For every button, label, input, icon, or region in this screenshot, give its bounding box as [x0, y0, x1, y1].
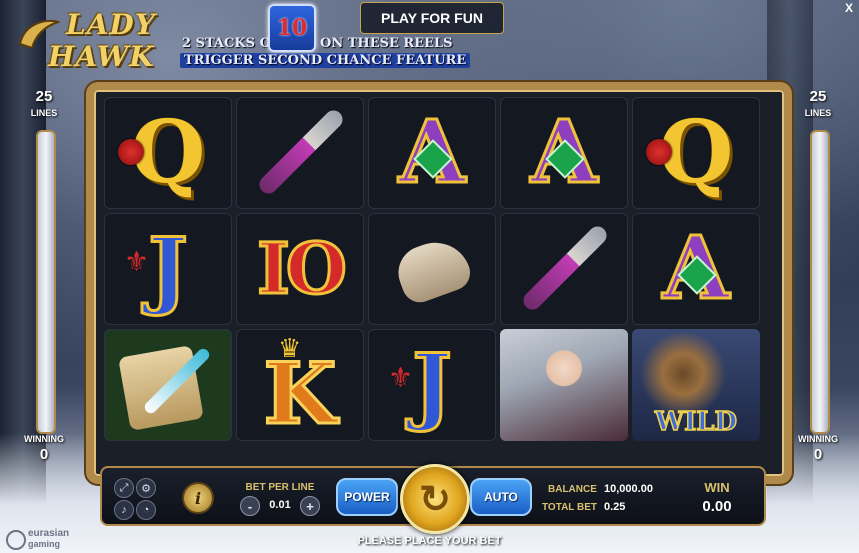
- right-lines-panel: 25 LINES WINNING 0: [790, 82, 846, 468]
- lady-character-symbol: [500, 329, 628, 441]
- win-label: WIN: [704, 480, 730, 495]
- rose-icon: [646, 139, 672, 165]
- banner-text-pre: 2 STACKS OF: [182, 36, 281, 51]
- left-winning-value: 0: [39, 446, 49, 463]
- right-winning-label: WINNING: [798, 434, 838, 444]
- control-bar: ⤢ ⚙ ♪ ◔ i BET PER LINE - 0.01 + POWER ↻ …: [100, 464, 766, 534]
- left-winning-label: WINNING: [24, 434, 64, 444]
- symbol-ten: IO: [256, 227, 349, 310]
- reel-cell-r3-c4: [500, 329, 628, 441]
- info-button[interactable]: i: [182, 482, 214, 514]
- falconry-glove-icon: [390, 232, 476, 308]
- auto-button[interactable]: AUTO: [470, 478, 532, 516]
- right-lines-label: LINES: [804, 108, 832, 118]
- right-payline-bar: [810, 130, 830, 434]
- reel-grid: Q A A Q J ⚜ IO A K ♛ J ⚜: [100, 97, 762, 445]
- brand-line-2: gaming: [28, 539, 61, 549]
- reel-cell-r2-c2: IO: [236, 213, 364, 325]
- total-bet-label: TOTAL BET: [542, 502, 597, 513]
- logo-text-hawk: HAWK: [48, 40, 155, 73]
- rose-icon: [118, 139, 144, 165]
- ten-symbol-badge: 10: [268, 4, 316, 52]
- logo-text-lady: LADY: [66, 8, 156, 41]
- left-lines-panel: 25 LINES WINNING 0: [16, 82, 72, 468]
- left-lines-label: LINES: [30, 108, 58, 118]
- power-button[interactable]: POWER: [336, 478, 398, 516]
- reel-cell-r1-c3: A: [368, 97, 496, 209]
- reel-cell-r2-c5: A: [632, 213, 760, 325]
- fullscreen-icon[interactable]: ⤢: [114, 478, 134, 498]
- left-payline-bar: [36, 130, 56, 434]
- symbol-k: K: [262, 344, 338, 441]
- reel-cell-r2-c3: [368, 213, 496, 325]
- reel-cell-r1-c4: A: [500, 97, 628, 209]
- brand-logo: eurasian gaming: [6, 528, 96, 550]
- reel-cell-r3-c2: K ♛: [236, 329, 364, 441]
- brand-line-1: eurasian: [28, 528, 70, 539]
- reel-cell-r1-c1: Q: [104, 97, 232, 209]
- dagger-icon: [255, 106, 347, 198]
- crown-icon: ♛: [278, 333, 302, 363]
- status-message: PLEASE PLACE YOUR BET: [357, 535, 502, 547]
- fleur-de-lis-icon: ⚜: [388, 362, 414, 393]
- fleur-de-lis-icon: ⚜: [124, 246, 150, 277]
- spin-button[interactable]: ↻: [400, 464, 470, 534]
- balance-label: BALANCE: [548, 484, 597, 495]
- bet-decrease-button[interactable]: -: [240, 496, 260, 516]
- reel-cell-r2-c1: J ⚜: [104, 213, 232, 325]
- sound-icon[interactable]: ♪: [114, 500, 134, 520]
- ten-badge-text: 10: [276, 15, 308, 41]
- reel-cell-r1-c5: Q: [632, 97, 760, 209]
- gear-icon[interactable]: ⚙: [136, 478, 156, 498]
- reel-cell-r3-c3: J ⚜: [368, 329, 496, 441]
- brand-ring-icon: [6, 530, 26, 550]
- symbol-j: J: [411, 335, 454, 434]
- bet-per-line-label: BET PER LINE: [245, 482, 315, 493]
- reel-cell-r2-c4: [500, 213, 628, 325]
- banner-text-post: ON THESE REELS: [320, 36, 453, 51]
- left-lines-count: 25: [35, 88, 53, 105]
- play-for-fun-button[interactable]: PLAY FOR FUN: [360, 2, 504, 34]
- dagger-icon: [519, 222, 611, 314]
- right-lines-count: 25: [809, 88, 827, 105]
- total-bet-value: 0.25: [604, 501, 626, 513]
- symbol-j: J: [147, 219, 190, 318]
- close-icon[interactable]: X: [843, 2, 855, 14]
- reel-cell-r1-c2: [236, 97, 364, 209]
- banner-line-2: TRIGGER SECOND CHANCE FEATURE: [180, 53, 471, 68]
- wild-label: WILD: [654, 406, 738, 438]
- history-icon[interactable]: ◔: [136, 500, 156, 520]
- right-winning-value: 0: [813, 446, 823, 463]
- win-value: 0.00: [702, 498, 732, 515]
- balance-value: 10,000.00: [604, 483, 653, 495]
- reel-cell-r3-c1: [104, 329, 232, 441]
- reel-cell-r3-c5: WILD: [632, 329, 760, 441]
- game-logo: LADY HAWK: [14, 4, 164, 73]
- bet-per-line-value: 0.01: [269, 499, 291, 511]
- bet-increase-button[interactable]: +: [300, 496, 320, 516]
